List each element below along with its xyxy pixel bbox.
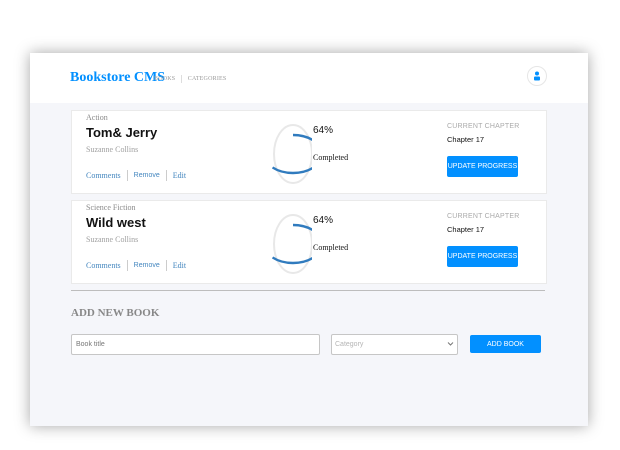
remove-button[interactable]: Remove: [134, 172, 160, 179]
header: Bookstore CMS BOOKS CATEGORIES: [30, 53, 588, 103]
user-icon: [534, 71, 540, 81]
update-progress-button[interactable]: UPDATE PROGRESS: [447, 156, 518, 177]
add-book-button[interactable]: ADD BOOK: [470, 335, 541, 353]
action-divider: [165, 260, 167, 271]
section-divider: [71, 290, 545, 291]
current-chapter-label: CURRENT CHAPTER: [447, 213, 520, 220]
action-divider: [165, 170, 167, 181]
nav: BOOKS CATEGORIES: [154, 75, 226, 83]
comments-button[interactable]: Comments: [86, 261, 121, 270]
category-select-value: Category: [335, 341, 364, 348]
current-chapter-value: Chapter 17: [447, 225, 485, 234]
action-divider: [126, 260, 128, 271]
progress-status: Completed: [313, 153, 349, 162]
progress-percent: 64%: [313, 125, 334, 136]
book-card: Science Fiction Wild west Suzanne Collin…: [71, 200, 547, 284]
category-select[interactable]: Category: [331, 334, 458, 355]
current-chapter-value: Chapter 17: [447, 135, 485, 144]
remove-button[interactable]: Remove: [134, 262, 160, 269]
user-avatar-button[interactable]: [527, 66, 547, 86]
app-window: Bookstore CMS BOOKS CATEGORIES Action To…: [30, 53, 588, 426]
nav-books[interactable]: BOOKS: [154, 76, 175, 82]
update-progress-button[interactable]: UPDATE PROGRESS: [447, 246, 518, 267]
book-genre: Science Fiction: [86, 203, 136, 212]
progress-ring: [272, 124, 312, 184]
action-divider: [126, 170, 128, 181]
book-title-input[interactable]: Book title: [71, 334, 320, 355]
comments-button[interactable]: Comments: [86, 171, 121, 180]
logo[interactable]: Bookstore CMS: [70, 70, 165, 86]
book-author: Suzanne Collins: [86, 235, 139, 244]
progress-ring: [272, 214, 312, 274]
book-genre: Action: [86, 113, 108, 122]
book-card: Action Tom& Jerry Suzanne Collins Commen…: [71, 110, 547, 194]
chevron-down-icon: [447, 342, 454, 346]
current-chapter-label: CURRENT CHAPTER: [447, 123, 520, 130]
add-book-heading: ADD NEW BOOK: [71, 307, 160, 319]
book-title: Wild west: [86, 215, 146, 230]
book-actions: Comments Remove Edit: [86, 260, 186, 271]
nav-divider: [181, 75, 183, 83]
progress-percent: 64%: [313, 215, 334, 226]
book-actions: Comments Remove Edit: [86, 170, 186, 181]
book-author: Suzanne Collins: [86, 145, 139, 154]
edit-button[interactable]: Edit: [173, 261, 186, 270]
book-title: Tom& Jerry: [86, 125, 158, 140]
edit-button[interactable]: Edit: [173, 171, 186, 180]
nav-categories[interactable]: CATEGORIES: [188, 76, 227, 82]
progress-status: Completed: [313, 243, 349, 252]
